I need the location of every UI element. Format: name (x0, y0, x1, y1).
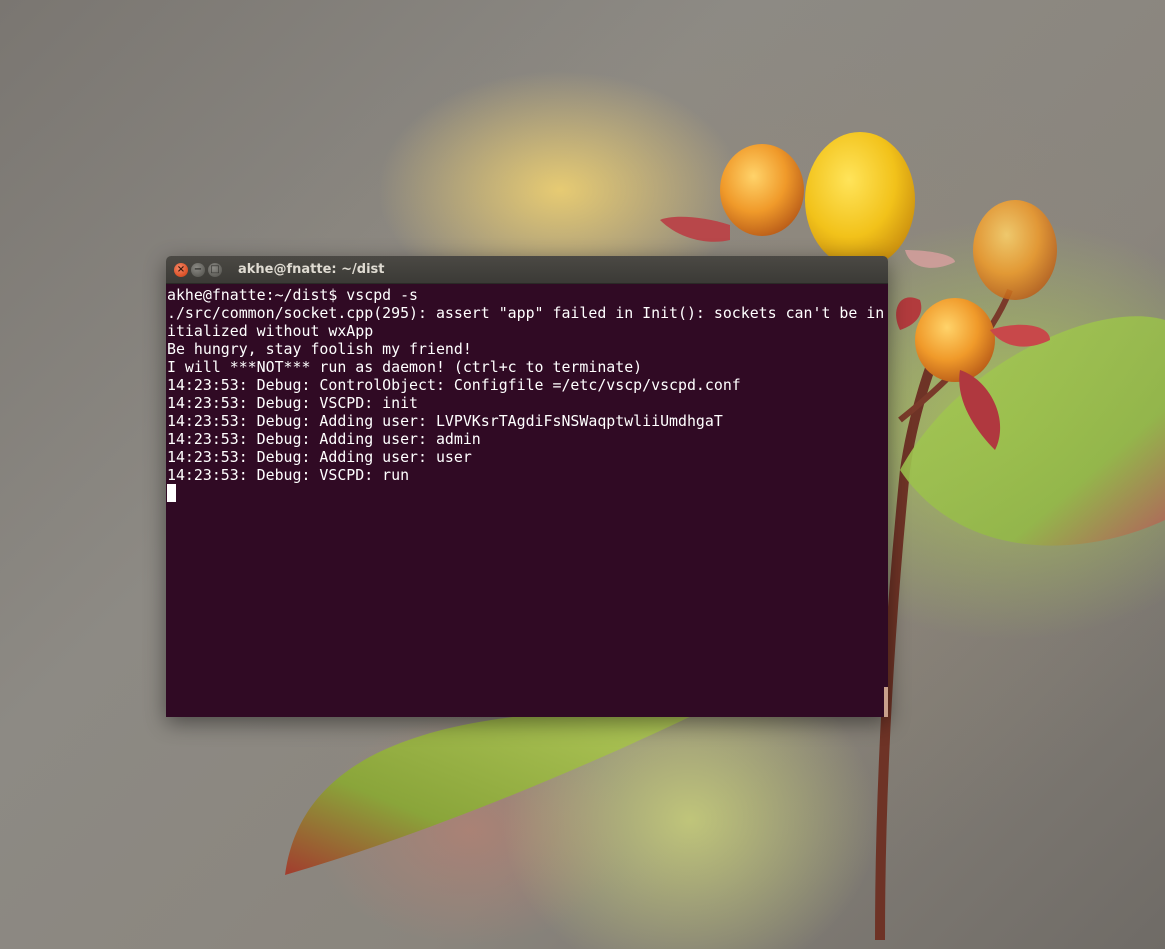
terminal-line: 14:23:53: Debug: Adding user: LVPVKsrTAg… (167, 412, 723, 430)
terminal-line: 14:23:53: Debug: VSCPD: run (167, 466, 410, 484)
terminal-output[interactable]: akhe@fnatte:~/dist$ vscpd -s ./src/commo… (166, 284, 888, 717)
close-icon[interactable]: × (174, 262, 188, 277)
scrollbar-handle[interactable] (884, 687, 888, 717)
terminal-line: 14:23:53: Debug: VSCPD: init (167, 394, 419, 412)
maximize-icon[interactable]: □ (208, 262, 222, 277)
terminal-line: I will ***NOT*** run as daemon! (ctrl+c … (167, 358, 643, 376)
minimize-icon[interactable]: − (191, 262, 205, 277)
window-controls: × − □ (174, 262, 225, 277)
terminal-line: 14:23:53: Debug: Adding user: admin (167, 430, 481, 448)
terminal-line: 14:23:53: Debug: Adding user: user (167, 448, 472, 466)
terminal-line: Be hungry, stay foolish my friend! (167, 340, 472, 358)
terminal-line: 14:23:53: Debug: ControlObject: Configfi… (167, 376, 741, 394)
terminal-cursor-line (167, 484, 888, 502)
terminal-line: itialized without wxApp (167, 322, 374, 340)
window-titlebar[interactable]: × − □ akhe@fnatte: ~/dist (166, 256, 888, 284)
text-cursor (167, 484, 176, 502)
terminal-line: akhe@fnatte:~/dist$ vscpd -s (167, 286, 419, 304)
window-title: akhe@fnatte: ~/dist (238, 262, 385, 277)
terminal-line: ./src/common/socket.cpp(295): assert "ap… (167, 304, 885, 322)
terminal-window[interactable]: × − □ akhe@fnatte: ~/dist akhe@fnatte:~/… (166, 256, 888, 717)
